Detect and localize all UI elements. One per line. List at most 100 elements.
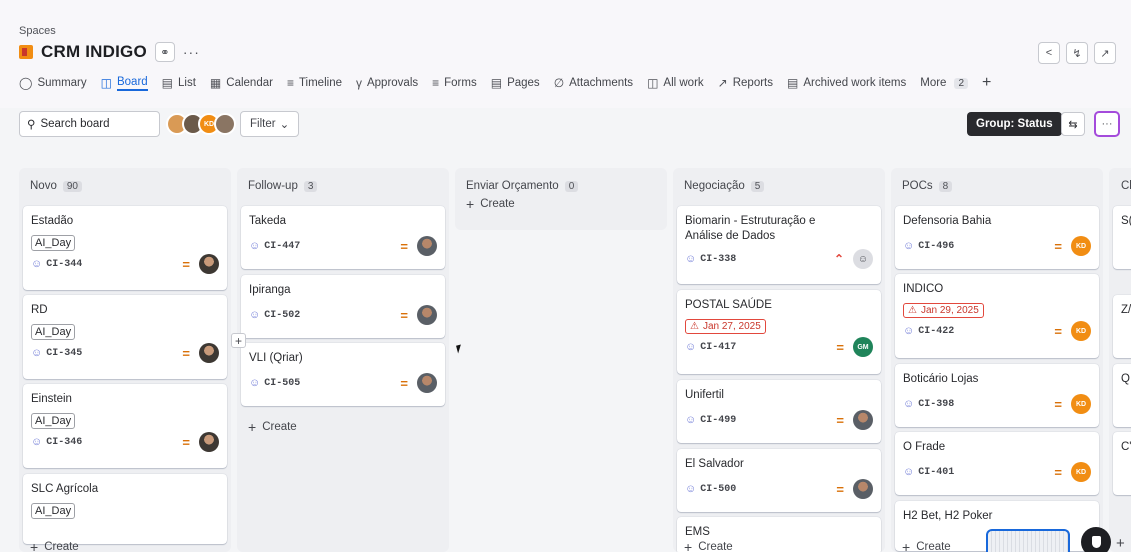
tab-pages[interactable]: ▤ Pages [491, 76, 540, 90]
search-input[interactable]: ⚲ Search board [19, 111, 160, 137]
priority-medium-icon: = [400, 307, 408, 323]
priority-medium-icon: = [400, 238, 408, 254]
assignee-avatar[interactable]: KD [1071, 462, 1091, 482]
view-settings-icon[interactable]: ⇆ [1061, 112, 1085, 136]
card[interactable]: Defensoria Bahia ☺ CI-496 = KD [895, 206, 1099, 269]
tab-approvals[interactable]: γ Approvals [356, 76, 418, 90]
card[interactable]: RD AI_Day ☺ CI-345 = [23, 295, 227, 379]
fullscreen-icon[interactable]: ↗ [1094, 42, 1116, 64]
warning-icon: ⚠ [908, 305, 917, 316]
card[interactable]: SLC Agrícola AI_Day [23, 474, 227, 544]
card[interactable]: O Frade ☺ CI-401 = KD [895, 432, 1099, 495]
avatar[interactable] [214, 113, 236, 135]
work-item-key: ☺ CI-500 [685, 483, 737, 495]
tab-attachments[interactable]: ∅ Attachments [554, 76, 633, 90]
card[interactable]: VLI (Qriar) ☺ CI-505 = [241, 343, 445, 406]
calendar-icon: ▦ [209, 76, 222, 90]
assignee-avatar[interactable] [199, 432, 219, 452]
column-follow-up: Follow-up 3 Takeda ☺ CI-447 = Ipiranga ☺ CI… [237, 168, 449, 552]
add-tab-icon[interactable]: + [982, 74, 991, 92]
assistant-icon[interactable] [1081, 527, 1111, 552]
card[interactable]: Estadão AI_Day ☺ CI-344 = [23, 206, 227, 290]
search-icon: ⚲ [27, 119, 36, 131]
assignee-avatar[interactable]: KD [1071, 236, 1091, 256]
column-header[interactable]: Follow-up 3 [237, 168, 449, 204]
column-header[interactable]: Negociação 5 [673, 168, 885, 204]
card[interactable]: Z/ [1113, 295, 1131, 358]
priority-high-icon: ⌃ [833, 252, 844, 266]
card[interactable]: Ipiranga ☺ CI-502 = [241, 275, 445, 338]
card[interactable]: Unifertil ☺ CI-499 = [677, 380, 881, 443]
unassigned-avatar[interactable]: ☺ [853, 249, 873, 269]
create-button[interactable]: + Create [673, 539, 733, 552]
card[interactable]: C' [1113, 432, 1131, 495]
card[interactable]: Boticário Lojas ☺ CI-398 = KD [895, 364, 1099, 427]
tab-all-work[interactable]: ◫ All work [647, 76, 704, 90]
work-item-key: ☺ CI-505 [249, 377, 301, 389]
work-item-key: ☺ CI-346 [31, 436, 83, 448]
approvals-icon: γ [355, 76, 362, 90]
assignee-avatar[interactable] [199, 254, 219, 274]
tab-summary[interactable]: ◯ Summary [19, 76, 87, 90]
filter-button[interactable]: Filter ⌄ [240, 111, 300, 137]
more-actions-icon[interactable]: ··· [183, 44, 200, 60]
more-options-button[interactable]: ··· [1094, 111, 1120, 137]
story-icon: ☺ [249, 309, 261, 321]
tab-reports[interactable]: ↗ Reports [718, 76, 773, 90]
list-icon: ▤ [161, 76, 174, 90]
card[interactable]: El Salvador ☺ CI-500 = [677, 449, 881, 512]
minimap-widget[interactable] [986, 529, 1070, 552]
assignee-avatar[interactable]: KD [1071, 321, 1091, 341]
story-icon: ☺ [31, 258, 43, 270]
share-icon[interactable]: < [1038, 42, 1060, 64]
card[interactable]: S( [1113, 206, 1131, 269]
group-by-button[interactable]: Group: Status [967, 112, 1062, 136]
tab-calendar[interactable]: ▦ Calendar [210, 76, 273, 90]
assignee-avatar[interactable] [853, 479, 873, 499]
column-count: 0 [564, 180, 579, 192]
avatar-group[interactable]: KD [166, 113, 236, 135]
automation-icon[interactable]: ↯ [1066, 42, 1088, 64]
work-item-key: ☺ CI-401 [903, 466, 955, 478]
breadcrumb[interactable]: Spaces [19, 25, 56, 37]
tab-timeline[interactable]: ≡ Timeline [287, 76, 342, 90]
priority-medium-icon: = [1054, 323, 1062, 339]
create-button[interactable]: + Create [237, 419, 297, 435]
card[interactable]: Einstein AI_Day ☺ CI-346 = [23, 384, 227, 468]
plus-icon: + [902, 539, 911, 552]
plus-icon: + [466, 196, 475, 212]
tab-board[interactable]: ◫ Board [101, 76, 148, 91]
card[interactable]: Biomarin - Estruturação e Análise de Dad… [677, 206, 881, 284]
story-icon: ☺ [903, 240, 915, 252]
create-button[interactable]: + Create [455, 196, 667, 212]
column-header[interactable]: POCs 8 [891, 168, 1103, 204]
tab-archived[interactable]: ▤ Archived work items [787, 76, 906, 90]
create-button[interactable]: + Create [19, 539, 79, 552]
card[interactable]: Q [1113, 364, 1131, 427]
assignee-avatar[interactable] [199, 343, 219, 363]
card[interactable]: POSTAL SAÚDE ⚠ Jan 27, 2025 ☺ CI-417 = GM [677, 290, 881, 374]
card-label: AI_Day [31, 235, 76, 251]
assignee-avatar[interactable] [853, 410, 873, 430]
card[interactable]: INDICO ⚠ Jan 29, 2025 ☺ CI-422 = KD [895, 274, 1099, 358]
card[interactable]: Takeda ☺ CI-447 = [241, 206, 445, 269]
all-work-icon: ◫ [647, 76, 659, 90]
plus-icon: + [30, 539, 39, 552]
add-icon[interactable]: + [1116, 535, 1125, 552]
tab-more[interactable]: More 2 [920, 77, 969, 89]
tab-list[interactable]: ▤ List [162, 76, 196, 90]
assignee-avatar[interactable] [417, 373, 437, 393]
assignee-avatar[interactable]: GM [853, 337, 873, 357]
column-header[interactable]: Cl [1109, 168, 1131, 204]
assignee-avatar[interactable]: KD [1071, 394, 1091, 414]
insert-column-icon[interactable]: + [231, 333, 246, 348]
assignee-avatar[interactable] [417, 236, 437, 256]
tab-forms[interactable]: ≡ Forms [432, 76, 477, 90]
globe-icon: ◯ [19, 76, 33, 90]
assignee-avatar[interactable] [417, 305, 437, 325]
team-icon[interactable]: ⚭ [154, 42, 175, 62]
plus-icon: + [684, 539, 693, 552]
project-icon [19, 45, 33, 59]
create-button[interactable]: + Create [891, 539, 951, 552]
column-header[interactable]: Novo 90 [19, 168, 231, 204]
